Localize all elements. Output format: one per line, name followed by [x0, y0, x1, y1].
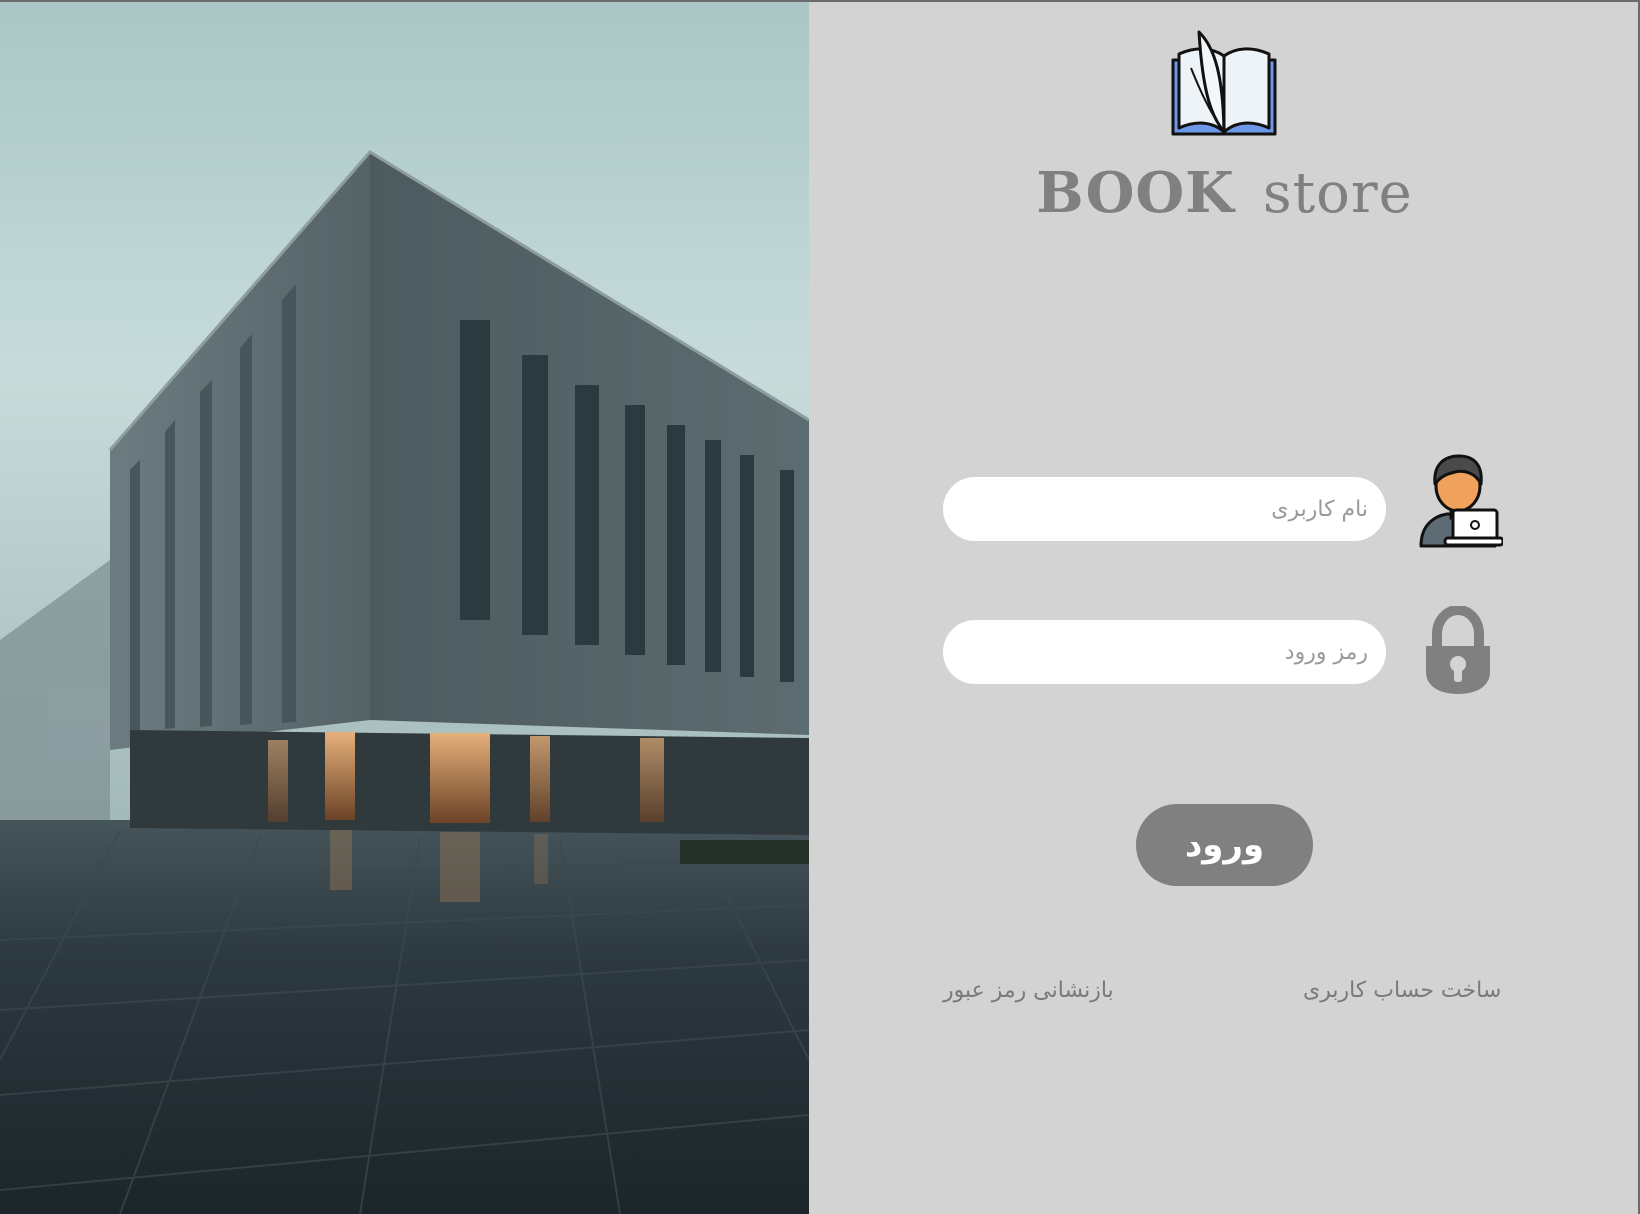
username-input[interactable] — [943, 477, 1386, 541]
create-account-link[interactable]: ساخت حساب کاربری — [1303, 978, 1501, 1003]
brand-title-light: store — [1262, 161, 1413, 226]
brand-title-bold: BOOK — [1036, 160, 1235, 226]
brand-title: BOOK store — [809, 160, 1640, 226]
open-book-icon — [1169, 28, 1279, 140]
building-photo — [0, 0, 809, 1214]
padlock-icon — [1423, 604, 1493, 696]
reset-password-link[interactable]: بازنشانی رمز عبور — [943, 978, 1114, 1003]
login-button[interactable]: ورود — [1136, 804, 1313, 886]
login-panel: BOOK store ورود بازنشانی رمز عبور ساخت حس… — [809, 0, 1640, 1214]
password-input[interactable] — [943, 620, 1386, 684]
user-laptop-icon — [1415, 452, 1505, 548]
